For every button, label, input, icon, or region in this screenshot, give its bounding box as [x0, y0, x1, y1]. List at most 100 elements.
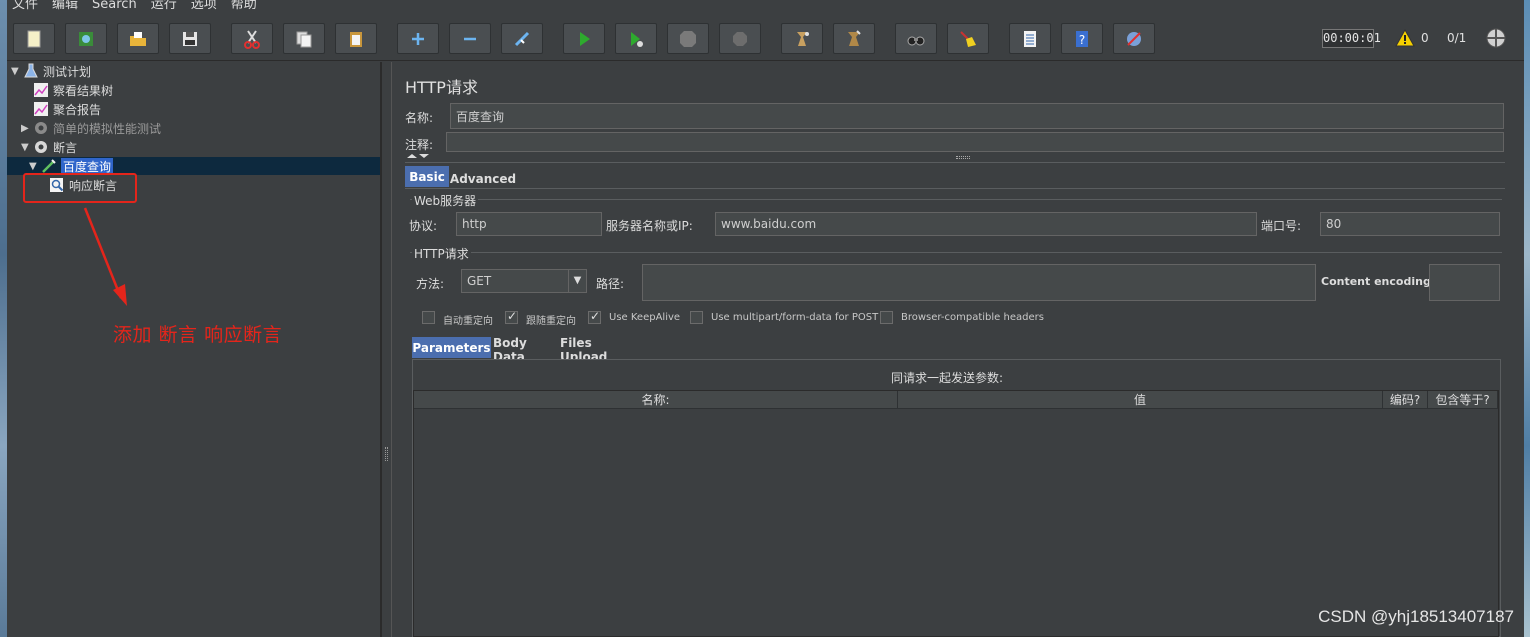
column-header-value[interactable]: 值	[898, 391, 1383, 409]
toggle-button[interactable]	[501, 23, 543, 54]
splitter-grip-icon[interactable]	[385, 447, 388, 461]
remote-status-icon	[1486, 28, 1506, 48]
expand-button[interactable]	[397, 23, 439, 54]
test-plan-tree: ▼ 测试计划 察看结果树 聚合报告 ▶ 简单的模拟性能测试 ▼ 断言 ▼ 百度查…	[7, 62, 381, 637]
protocol-label: 协议:	[409, 219, 438, 233]
name-label: 名称:	[405, 111, 434, 125]
tab-body-data[interactable]: Body Data	[493, 336, 559, 364]
auto-redirect-checkbox[interactable]	[422, 311, 435, 324]
browser-headers-checkbox[interactable]	[880, 311, 893, 324]
port-label: 端口号:	[1261, 219, 1302, 233]
start-no-pause-icon	[631, 31, 643, 47]
pipette-icon	[42, 159, 56, 173]
expand-arrow-icon[interactable]: ▼	[11, 66, 23, 77]
clear-icon	[797, 31, 809, 46]
divider-grip-icon[interactable]	[956, 156, 970, 159]
expand-arrow-icon[interactable]: ▼	[29, 161, 41, 172]
protocol-input[interactable]: http	[456, 212, 602, 236]
column-header-encode[interactable]: 编码?	[1383, 391, 1428, 409]
templates-button[interactable]	[65, 23, 107, 54]
search-button[interactable]	[895, 23, 937, 54]
graph-icon	[34, 102, 48, 116]
cut-icon	[244, 29, 260, 49]
collapse-button[interactable]	[449, 23, 491, 54]
clear-button[interactable]	[781, 23, 823, 54]
tab-basic[interactable]: Basic	[405, 166, 449, 187]
method-select[interactable]: GET ▼	[461, 269, 587, 293]
group-border	[410, 199, 1502, 200]
save-button[interactable]	[169, 23, 211, 54]
menu-help[interactable]: 帮助	[231, 0, 257, 11]
tree-node-label: 察看结果树	[53, 83, 114, 98]
comment-input[interactable]	[446, 132, 1504, 152]
menu-run[interactable]: 运行	[151, 0, 177, 11]
method-label: 方法:	[416, 277, 445, 291]
warning-icon[interactable]	[1395, 29, 1415, 47]
auto-redirect-label: 自动重定向	[443, 316, 493, 327]
follow-redirect-label: 跟随重定向	[526, 316, 576, 327]
tree-node-result-tree[interactable]: 察看结果树	[33, 81, 113, 99]
tree-node-aggregate-report[interactable]: 聚合报告	[33, 100, 101, 118]
menu-file[interactable]: 文件	[12, 0, 38, 11]
start-button[interactable]	[563, 23, 605, 54]
tree-node-label: 断言	[53, 140, 78, 155]
path-input[interactable]	[642, 264, 1316, 301]
follow-redirect-checkbox[interactable]	[505, 309, 518, 324]
tree-node-simple-load-test[interactable]: ▶ 简单的模拟性能测试	[21, 119, 161, 137]
paste-button[interactable]	[335, 23, 377, 54]
clear-all-button[interactable]	[833, 23, 875, 54]
help-button[interactable]: ?	[1061, 23, 1103, 54]
copy-button[interactable]	[283, 23, 325, 54]
tab-parameters[interactable]: Parameters	[412, 337, 491, 358]
menu-edit[interactable]: 编辑	[52, 0, 78, 11]
keepalive-label: Use KeepAlive	[609, 312, 681, 323]
gear-icon	[35, 122, 47, 134]
new-icon	[27, 30, 41, 47]
server-input[interactable]: www.baidu.com	[715, 212, 1257, 236]
shutdown-button[interactable]	[719, 23, 761, 54]
remote-icon	[1127, 31, 1141, 46]
comment-label: 注释:	[405, 138, 434, 152]
name-input[interactable]: 百度查询	[450, 103, 1504, 129]
new-button[interactable]	[13, 23, 55, 54]
content-encoding-input[interactable]	[1429, 264, 1500, 301]
column-header-include-equals[interactable]: 包含等于?	[1428, 391, 1498, 409]
cut-button[interactable]	[231, 23, 273, 54]
tree-node-assertion-group[interactable]: ▼ 断言	[21, 138, 77, 156]
clear-all-icon	[848, 29, 861, 46]
shutdown-icon	[733, 31, 747, 46]
tab-advanced[interactable]: Advanced	[450, 168, 516, 189]
menu-search[interactable]: Search	[92, 0, 137, 11]
collapsed-arrow-icon[interactable]: ▶	[21, 123, 33, 134]
help-icon: ?	[1076, 30, 1088, 47]
chevron-down-icon[interactable]: ▼	[568, 270, 586, 292]
function-helper-button[interactable]	[1009, 23, 1051, 54]
parameters-table[interactable]: 名称: 值 编码? 包含等于?	[413, 390, 1499, 637]
expand-icon	[412, 32, 424, 45]
svg-text:?: ?	[1079, 33, 1085, 47]
tab-files-upload[interactable]: Files Upload	[560, 336, 640, 364]
save-icon	[183, 31, 197, 46]
stop-button[interactable]	[667, 23, 709, 54]
tree-node-test-plan[interactable]: ▼ 测试计划	[11, 62, 91, 80]
menu-options[interactable]: 选项	[191, 0, 217, 11]
collapse-arrows-icon[interactable]	[406, 153, 430, 162]
reset-search-button[interactable]	[947, 23, 989, 54]
column-header-name[interactable]: 名称:	[414, 391, 898, 409]
stop-icon	[680, 30, 696, 47]
expand-arrow-icon[interactable]: ▼	[21, 142, 33, 153]
browser-headers-label: Browser-compatible headers	[901, 312, 1044, 323]
multipart-checkbox[interactable]	[690, 311, 703, 324]
remote-button[interactable]	[1113, 23, 1155, 54]
port-input[interactable]: 80	[1320, 212, 1500, 236]
path-label: 路径:	[596, 277, 625, 291]
elapsed-timer: 00:00:01	[1322, 29, 1381, 48]
open-button[interactable]	[117, 23, 159, 54]
open-icon	[130, 31, 146, 46]
start-no-pause-button[interactable]	[615, 23, 657, 54]
http-request-group-title: HTTP请求	[412, 245, 471, 262]
keepalive-checkbox[interactable]	[588, 309, 601, 324]
multipart-label: Use multipart/form-data for POST	[711, 312, 879, 323]
start-icon	[580, 31, 590, 46]
panel-splitter[interactable]	[381, 62, 390, 637]
